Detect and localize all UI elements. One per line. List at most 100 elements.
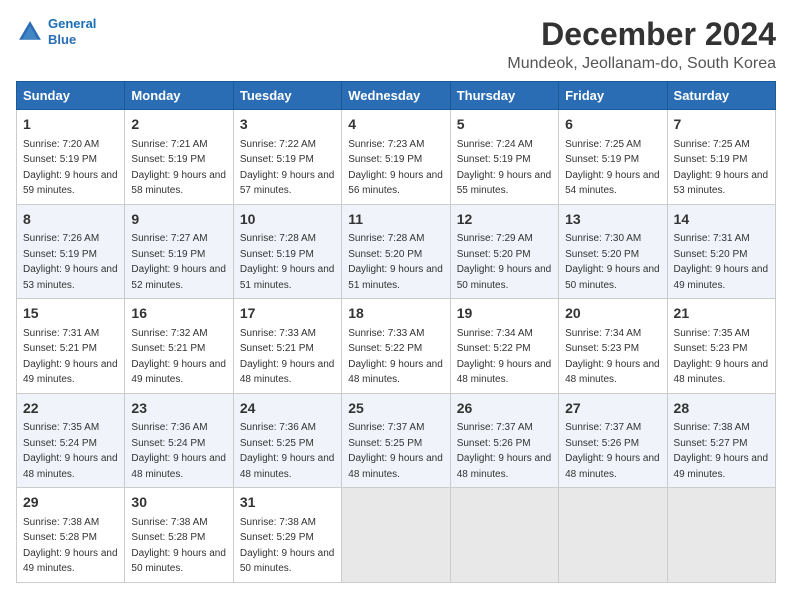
- day-info: Sunrise: 7:25 AMSunset: 5:19 PMDaylight:…: [565, 139, 660, 197]
- calendar-cell: 31 Sunrise: 7:38 AMSunset: 5:29 PMDaylig…: [233, 488, 341, 583]
- day-number: 22: [23, 399, 118, 419]
- day-info: Sunrise: 7:31 AMSunset: 5:20 PMDaylight:…: [674, 233, 769, 291]
- day-number: 10: [240, 210, 335, 230]
- calendar-cell: 30 Sunrise: 7:38 AMSunset: 5:28 PMDaylig…: [125, 488, 233, 583]
- day-info: Sunrise: 7:36 AMSunset: 5:25 PMDaylight:…: [240, 422, 335, 480]
- calendar-cell: 25 Sunrise: 7:37 AMSunset: 5:25 PMDaylig…: [342, 393, 450, 488]
- header-cell-tuesday: Tuesday: [233, 82, 341, 110]
- day-info: Sunrise: 7:28 AMSunset: 5:20 PMDaylight:…: [348, 233, 443, 291]
- calendar-cell: 12 Sunrise: 7:29 AMSunset: 5:20 PMDaylig…: [450, 204, 558, 299]
- day-info: Sunrise: 7:33 AMSunset: 5:22 PMDaylight:…: [348, 328, 443, 386]
- logo-line1: General: [48, 16, 96, 31]
- day-info: Sunrise: 7:29 AMSunset: 5:20 PMDaylight:…: [457, 233, 552, 291]
- day-number: 16: [131, 304, 226, 324]
- day-number: 21: [674, 304, 769, 324]
- header-cell-monday: Monday: [125, 82, 233, 110]
- calendar-row: 8 Sunrise: 7:26 AMSunset: 5:19 PMDayligh…: [17, 204, 776, 299]
- calendar-cell: 18 Sunrise: 7:33 AMSunset: 5:22 PMDaylig…: [342, 299, 450, 394]
- calendar-cell: 6 Sunrise: 7:25 AMSunset: 5:19 PMDayligh…: [559, 110, 667, 205]
- day-number: 7: [674, 115, 769, 135]
- calendar-row: 15 Sunrise: 7:31 AMSunset: 5:21 PMDaylig…: [17, 299, 776, 394]
- calendar-cell: [667, 488, 775, 583]
- calendar-cell: 17 Sunrise: 7:33 AMSunset: 5:21 PMDaylig…: [233, 299, 341, 394]
- day-number: 26: [457, 399, 552, 419]
- calendar-cell: 14 Sunrise: 7:31 AMSunset: 5:20 PMDaylig…: [667, 204, 775, 299]
- calendar-cell: 26 Sunrise: 7:37 AMSunset: 5:26 PMDaylig…: [450, 393, 558, 488]
- day-info: Sunrise: 7:36 AMSunset: 5:24 PMDaylight:…: [131, 422, 226, 480]
- header-cell-wednesday: Wednesday: [342, 82, 450, 110]
- page-container: General Blue December 2024 Mundeok, Jeol…: [16, 16, 776, 583]
- day-info: Sunrise: 7:38 AMSunset: 5:27 PMDaylight:…: [674, 422, 769, 480]
- calendar-cell: 15 Sunrise: 7:31 AMSunset: 5:21 PMDaylig…: [17, 299, 125, 394]
- day-number: 30: [131, 493, 226, 513]
- day-number: 14: [674, 210, 769, 230]
- day-info: Sunrise: 7:38 AMSunset: 5:29 PMDaylight:…: [240, 517, 335, 575]
- day-info: Sunrise: 7:31 AMSunset: 5:21 PMDaylight:…: [23, 328, 118, 386]
- day-info: Sunrise: 7:38 AMSunset: 5:28 PMDaylight:…: [23, 517, 118, 575]
- header-cell-thursday: Thursday: [450, 82, 558, 110]
- day-number: 6: [565, 115, 660, 135]
- day-number: 2: [131, 115, 226, 135]
- day-number: 24: [240, 399, 335, 419]
- day-number: 9: [131, 210, 226, 230]
- calendar-cell: 22 Sunrise: 7:35 AMSunset: 5:24 PMDaylig…: [17, 393, 125, 488]
- calendar-cell: 11 Sunrise: 7:28 AMSunset: 5:20 PMDaylig…: [342, 204, 450, 299]
- day-number: 18: [348, 304, 443, 324]
- day-number: 12: [457, 210, 552, 230]
- day-info: Sunrise: 7:24 AMSunset: 5:19 PMDaylight:…: [457, 139, 552, 197]
- day-number: 27: [565, 399, 660, 419]
- calendar-row: 22 Sunrise: 7:35 AMSunset: 5:24 PMDaylig…: [17, 393, 776, 488]
- day-number: 1: [23, 115, 118, 135]
- calendar-cell: 16 Sunrise: 7:32 AMSunset: 5:21 PMDaylig…: [125, 299, 233, 394]
- header-row: SundayMondayTuesdayWednesdayThursdayFrid…: [17, 82, 776, 110]
- day-info: Sunrise: 7:37 AMSunset: 5:25 PMDaylight:…: [348, 422, 443, 480]
- calendar-cell: 27 Sunrise: 7:37 AMSunset: 5:26 PMDaylig…: [559, 393, 667, 488]
- calendar-cell: [559, 488, 667, 583]
- day-info: Sunrise: 7:21 AMSunset: 5:19 PMDaylight:…: [131, 139, 226, 197]
- header-cell-friday: Friday: [559, 82, 667, 110]
- calendar-cell: 8 Sunrise: 7:26 AMSunset: 5:19 PMDayligh…: [17, 204, 125, 299]
- calendar-cell: 9 Sunrise: 7:27 AMSunset: 5:19 PMDayligh…: [125, 204, 233, 299]
- logo-icon: [16, 18, 44, 46]
- day-info: Sunrise: 7:22 AMSunset: 5:19 PMDaylight:…: [240, 139, 335, 197]
- day-number: 29: [23, 493, 118, 513]
- day-number: 8: [23, 210, 118, 230]
- day-info: Sunrise: 7:30 AMSunset: 5:20 PMDaylight:…: [565, 233, 660, 291]
- day-number: 5: [457, 115, 552, 135]
- day-info: Sunrise: 7:25 AMSunset: 5:19 PMDaylight:…: [674, 139, 769, 197]
- day-number: 3: [240, 115, 335, 135]
- day-info: Sunrise: 7:35 AMSunset: 5:24 PMDaylight:…: [23, 422, 118, 480]
- day-info: Sunrise: 7:37 AMSunset: 5:26 PMDaylight:…: [457, 422, 552, 480]
- calendar-cell: [342, 488, 450, 583]
- day-info: Sunrise: 7:34 AMSunset: 5:23 PMDaylight:…: [565, 328, 660, 386]
- day-number: 20: [565, 304, 660, 324]
- day-number: 31: [240, 493, 335, 513]
- day-info: Sunrise: 7:34 AMSunset: 5:22 PMDaylight:…: [457, 328, 552, 386]
- day-number: 28: [674, 399, 769, 419]
- calendar: SundayMondayTuesdayWednesdayThursdayFrid…: [16, 81, 776, 583]
- calendar-cell: 3 Sunrise: 7:22 AMSunset: 5:19 PMDayligh…: [233, 110, 341, 205]
- calendar-cell: 7 Sunrise: 7:25 AMSunset: 5:19 PMDayligh…: [667, 110, 775, 205]
- calendar-cell: 13 Sunrise: 7:30 AMSunset: 5:20 PMDaylig…: [559, 204, 667, 299]
- calendar-cell: 21 Sunrise: 7:35 AMSunset: 5:23 PMDaylig…: [667, 299, 775, 394]
- day-info: Sunrise: 7:23 AMSunset: 5:19 PMDaylight:…: [348, 139, 443, 197]
- day-number: 15: [23, 304, 118, 324]
- day-info: Sunrise: 7:20 AMSunset: 5:19 PMDaylight:…: [23, 139, 118, 197]
- day-info: Sunrise: 7:26 AMSunset: 5:19 PMDaylight:…: [23, 233, 118, 291]
- title-block: December 2024 Mundeok, Jeollanam-do, Sou…: [507, 16, 776, 73]
- calendar-cell: 28 Sunrise: 7:38 AMSunset: 5:27 PMDaylig…: [667, 393, 775, 488]
- day-number: 11: [348, 210, 443, 230]
- main-title: December 2024: [507, 16, 776, 53]
- day-info: Sunrise: 7:35 AMSunset: 5:23 PMDaylight:…: [674, 328, 769, 386]
- calendar-cell: 5 Sunrise: 7:24 AMSunset: 5:19 PMDayligh…: [450, 110, 558, 205]
- subtitle: Mundeok, Jeollanam-do, South Korea: [507, 55, 776, 73]
- logo-text: General Blue: [48, 16, 96, 47]
- calendar-cell: 2 Sunrise: 7:21 AMSunset: 5:19 PMDayligh…: [125, 110, 233, 205]
- day-number: 19: [457, 304, 552, 324]
- calendar-cell: 20 Sunrise: 7:34 AMSunset: 5:23 PMDaylig…: [559, 299, 667, 394]
- logo: General Blue: [16, 16, 96, 47]
- day-info: Sunrise: 7:37 AMSunset: 5:26 PMDaylight:…: [565, 422, 660, 480]
- day-number: 25: [348, 399, 443, 419]
- calendar-cell: 1 Sunrise: 7:20 AMSunset: 5:19 PMDayligh…: [17, 110, 125, 205]
- calendar-cell: 10 Sunrise: 7:28 AMSunset: 5:19 PMDaylig…: [233, 204, 341, 299]
